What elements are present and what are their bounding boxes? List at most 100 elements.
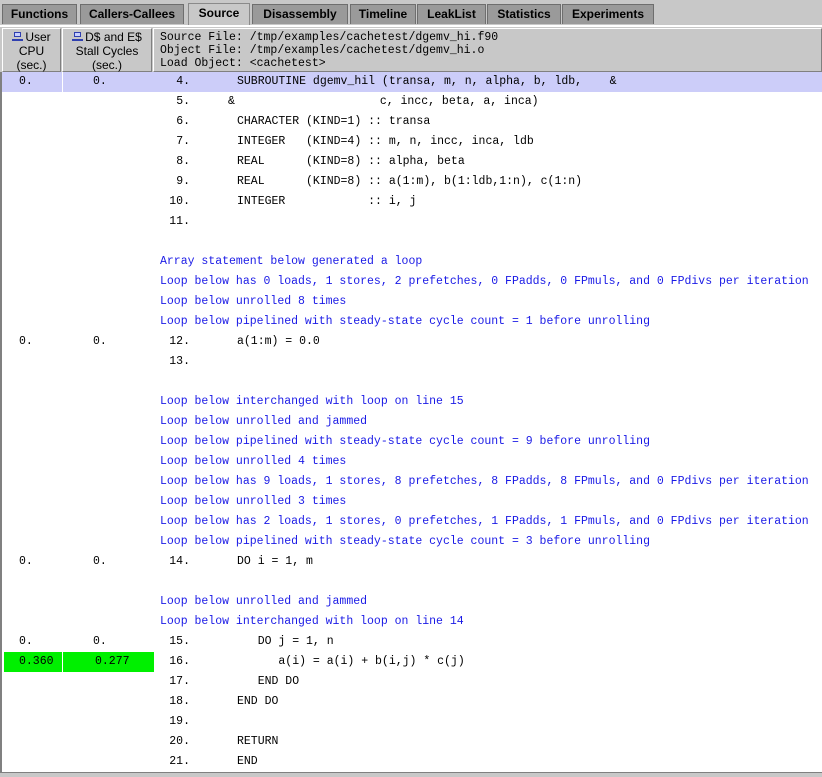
line-number: 4. [176,75,190,88]
line-number: 15. [169,635,190,648]
metric-value: 0.360 [19,655,54,668]
metric-icon [72,32,84,42]
bottom-border [0,772,822,777]
metric-icon [12,32,24,42]
compiler-commentary-row: Loop below unrolled 8 times [2,292,822,312]
metric-value: 0. [19,75,33,88]
line-number: 5. [176,95,190,108]
compiler-commentary-row: Loop below pipelined with steady-state c… [2,312,822,332]
source-code: DO i = 1, m [237,555,313,568]
source-line-row[interactable]: 8. REAL (KIND=8) :: alpha, beta [2,152,822,172]
metric-value: 0. [19,335,33,348]
source-line-row[interactable]: 18. END DO [2,692,822,712]
stall-cycles-value: 0. [63,552,152,572]
line-number: 8. [176,155,190,168]
source-code: DO j = 1, n [237,635,334,648]
source-line-row[interactable]: 5. & c, incc, beta, a, inca) [2,92,822,112]
source-line: 7. INTEGER (KIND=4) :: m, n, incc, inca, … [162,132,534,152]
tab-timeline[interactable]: Timeline [350,4,416,24]
source-code: INTEGER (KIND=4) :: m, n, incc, inca, ld… [237,135,534,148]
hot-line-marker [152,652,154,672]
line-number: 21. [169,755,190,768]
column-header-label: Stall Cycles [75,44,139,58]
compiler-commentary: Loop below has 9 loads, 1 stores, 8 pref… [160,475,809,488]
compiler-commentary: Loop below unrolled 8 times [160,295,347,308]
column-header-label: CPU [18,44,45,58]
compiler-commentary-row: Array statement below generated a loop [2,252,822,272]
line-number: 7. [176,135,190,148]
compiler-commentary: Loop below has 0 loads, 1 stores, 2 pref… [160,275,809,288]
source-line-row[interactable]: 0. 0. 4. SUBROUTINE dgemv_hil (transa, m, n… [2,72,822,92]
source-line-row[interactable]: 0.360 0.277 16. a(i) = a(i) + b(i,j) * c(j… [2,652,822,672]
tab-source[interactable]: Source [188,3,250,26]
compiler-commentary: Loop below interchanged with loop on lin… [160,395,464,408]
source-line: 14. DO i = 1, m [162,552,313,572]
metric-value: 0. [93,335,107,348]
source-line: 6. CHARACTER (KIND=1) :: transa [162,112,430,132]
source-line-row[interactable]: 20. RETURN [2,732,822,752]
source-line: 21. END [162,752,257,772]
line-number: 16. [169,655,190,668]
source-line-row[interactable]: 19. [2,712,822,732]
compiler-commentary: Loop below unrolled 3 times [160,495,347,508]
source-line: 12. a(1:m) = 0.0 [162,332,320,352]
tab-statistics[interactable]: Statistics [487,4,561,24]
line-number: 11. [169,215,190,228]
tab-callers-callees[interactable]: Callers-Callees [80,4,184,24]
column-header-user-cpu[interactable]: User CPU (sec.) [2,28,61,72]
source-code: REAL (KIND=8) :: a(1:m), b(1:ldb,1:n), c… [237,175,583,188]
source-line-row[interactable]: 11. [2,212,822,232]
column-header-label: User [25,30,51,44]
source-code: CHARACTER (KIND=1) :: transa [237,115,431,128]
user-cpu-value: 0. [4,552,62,572]
compiler-commentary-row: Loop below has 2 loads, 1 stores, 0 pref… [2,512,822,532]
metric-value: 0. [93,635,107,648]
source-line-row[interactable]: 0. 0. 15. DO j = 1, n [2,632,822,652]
blank-row [2,372,822,392]
source-code: REAL (KIND=8) :: alpha, beta [237,155,465,168]
metric-value: 0. [93,555,107,568]
source-line: 4. SUBROUTINE dgemv_hil (transa, m, n, al… [162,72,616,92]
source-line: 17. END DO [162,672,299,692]
compiler-commentary: Loop below has 2 loads, 1 stores, 0 pref… [160,515,809,528]
source-header: Source File: /tmp/examples/cachetest/dge… [153,28,822,72]
source-line-row[interactable]: 13. [2,352,822,372]
line-number: 17. [169,675,190,688]
source-code: END DO [237,675,300,688]
source-listing[interactable]: 0. 0. 4. SUBROUTINE dgemv_hil (transa, m, n… [0,72,822,772]
tab-disassembly[interactable]: Disassembly [252,4,348,24]
tab-leaklist[interactable]: LeakList [417,4,486,24]
blank-row [2,232,822,252]
source-line: 8. REAL (KIND=8) :: alpha, beta [162,152,465,172]
stall-cycles-value: 0. [63,332,152,352]
source-line: 15. DO j = 1, n [162,632,333,652]
source-line-row[interactable]: 9. REAL (KIND=8) :: a(1:m), b(1:ldb,1:n),… [2,172,822,192]
compiler-commentary-row: Loop below interchanged with loop on lin… [2,612,822,632]
line-number: 20. [169,735,190,748]
stall-cycles-value: 0.277 [63,652,152,672]
compiler-commentary: Loop below interchanged with loop on lin… [160,615,464,628]
user-cpu-value: 0.360 [4,652,62,672]
source-line-row[interactable]: 10. INTEGER :: i, j [2,192,822,212]
source-line-row[interactable]: 7. INTEGER (KIND=4) :: m, n, incc, inca, … [2,132,822,152]
metric-value: 0. [93,75,107,88]
tab-functions[interactable]: Functions [2,4,77,24]
source-line: 16. a(i) = a(i) + b(i,j) * c(j) [162,652,464,672]
tab-experiments[interactable]: Experiments [562,4,654,24]
source-code: & c, incc, beta, a, inca) [228,95,539,108]
source-line-row[interactable]: 0. 0. 14. DO i = 1, m [2,552,822,572]
source-code: INTEGER :: i, j [237,195,417,208]
source-line: 20. RETURN [162,732,278,752]
tab-bar: Functions Callers-Callees Source Disasse… [0,0,822,26]
source-line-row[interactable]: 21. END [2,752,822,772]
source-line-row[interactable]: 0. 0. 12. a(1:m) = 0.0 [2,332,822,352]
column-header-unit: (sec.) [16,58,47,72]
compiler-commentary: Array statement below generated a loop [160,255,423,268]
load-object: Load Object: <cachetest> [160,57,326,70]
source-line-row[interactable]: 17. END DO [2,672,822,692]
line-number: 18. [169,695,190,708]
source-line-row[interactable]: 6. CHARACTER (KIND=1) :: transa [2,112,822,132]
column-header-stall-cycles[interactable]: D$ and E$ Stall Cycles (sec.) [62,28,152,72]
metric-value: 0.277 [95,655,130,668]
source-line: 5. & c, incc, beta, a, inca) [162,92,538,112]
